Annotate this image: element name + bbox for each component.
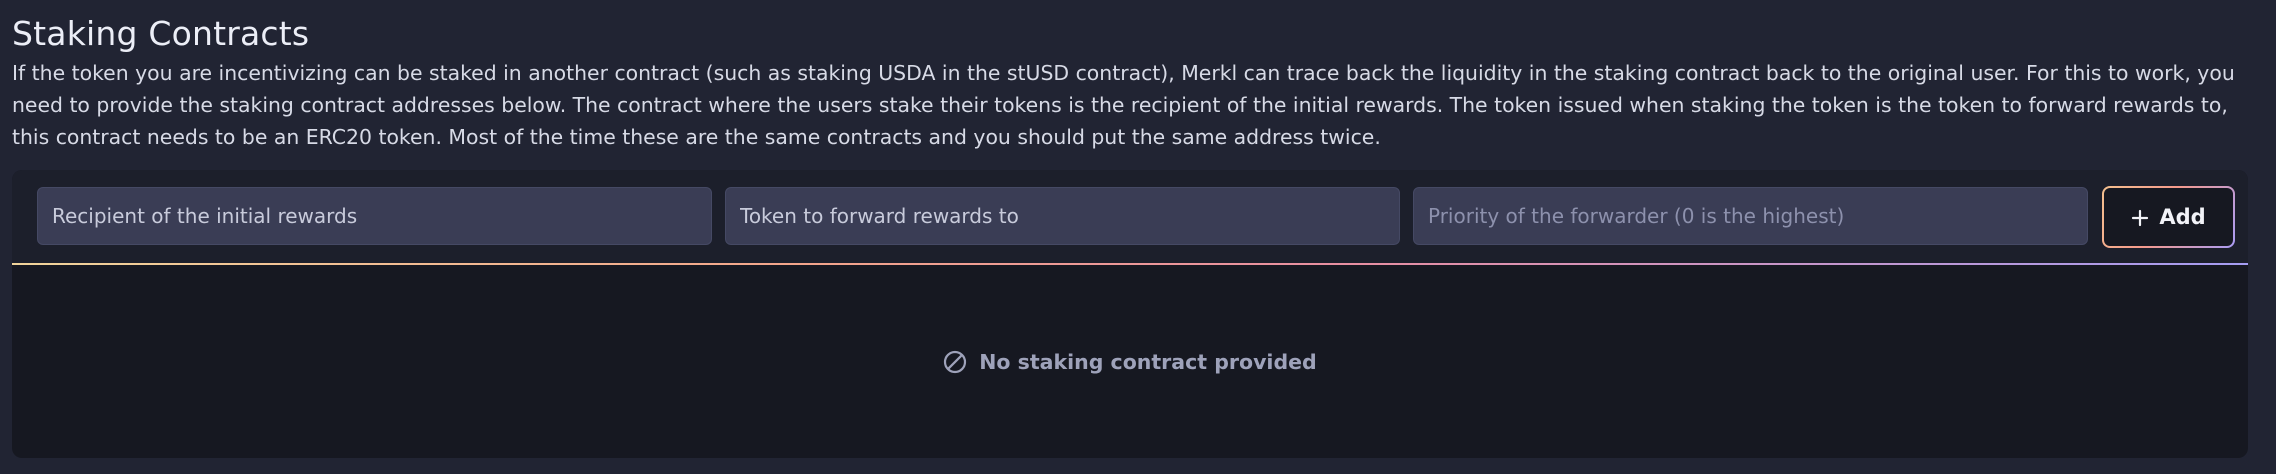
staking-contract-form: Add	[12, 170, 2248, 264]
plus-icon	[2131, 208, 2149, 227]
empty-state-message: No staking contract provided	[979, 350, 1317, 374]
add-button[interactable]: Add	[2102, 186, 2235, 248]
section-description: If the token you are incentivizing can b…	[12, 61, 2235, 149]
ban-icon	[943, 350, 967, 374]
priority-input[interactable]	[1413, 187, 2088, 245]
section-title: Staking Contracts	[12, 14, 310, 53]
staking-contracts-card: Add No staking contract provided	[12, 170, 2248, 458]
forward-token-input[interactable]	[725, 187, 1400, 245]
add-button-label: Add	[2159, 205, 2206, 229]
gradient-divider	[12, 263, 2248, 265]
recipient-input[interactable]	[37, 187, 712, 245]
empty-state: No staking contract provided	[12, 347, 2248, 377]
